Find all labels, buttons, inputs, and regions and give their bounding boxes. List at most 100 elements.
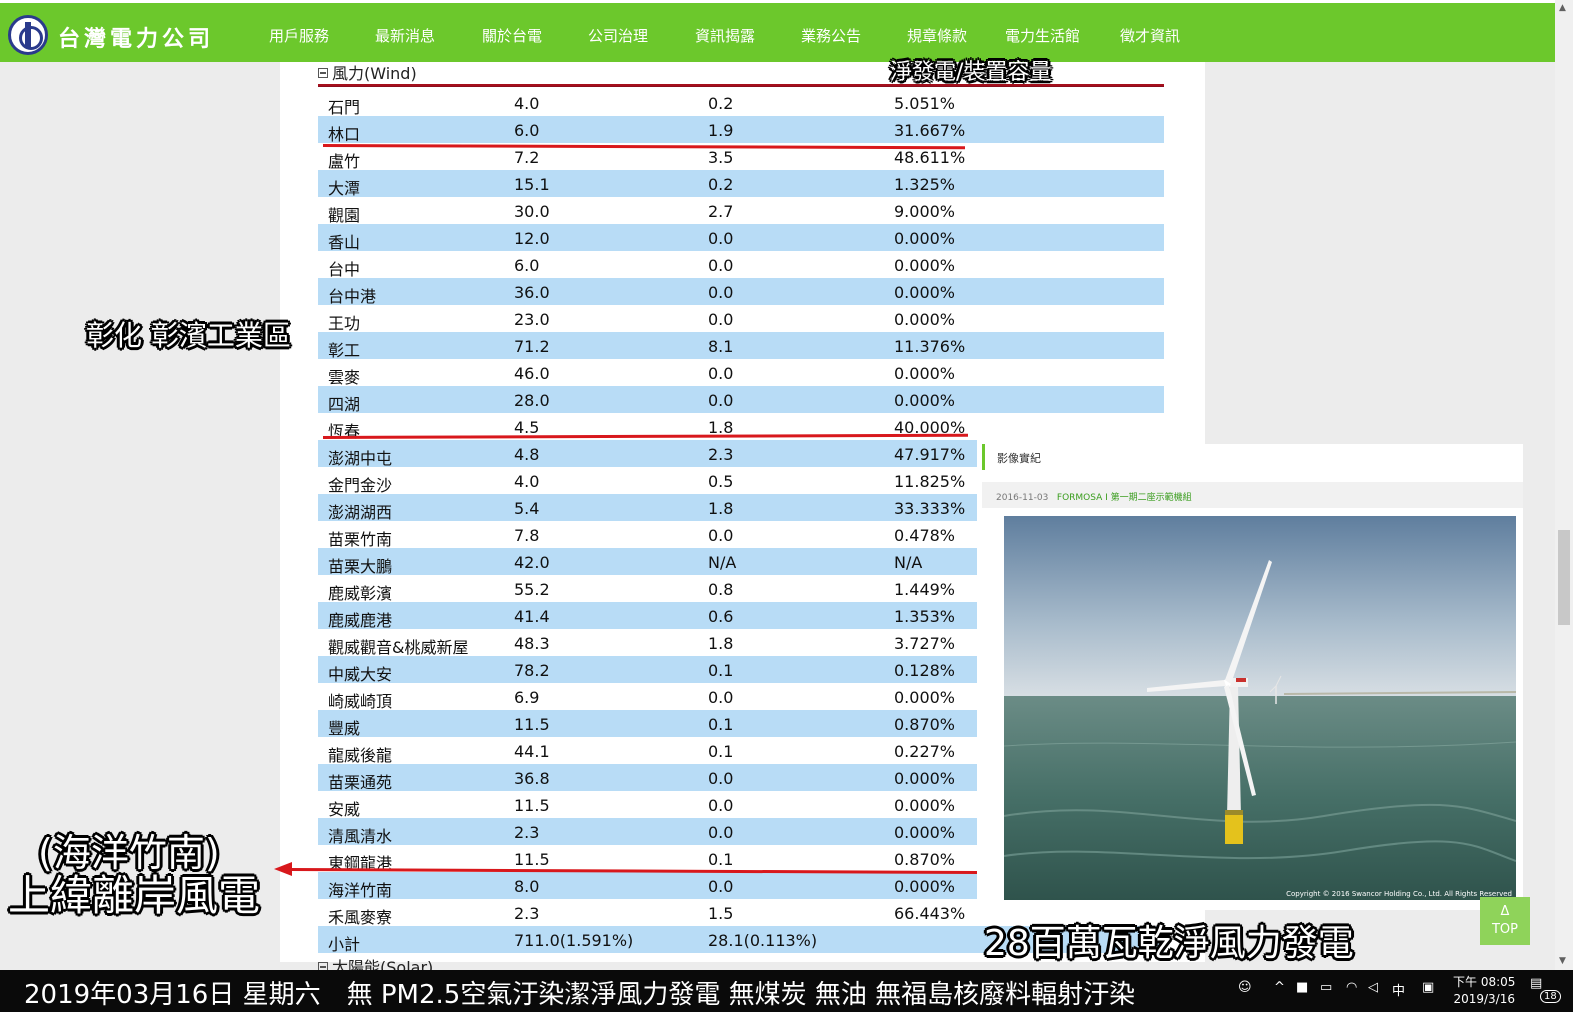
station-name: 鹿威鹿港: [328, 611, 393, 630]
scroll-down-icon[interactable]: ▼: [1559, 956, 1566, 966]
net-generation: 0.0: [708, 310, 734, 329]
net-generation: 8.1: [708, 337, 734, 356]
station-name: 海洋竹南: [328, 881, 393, 900]
capacity-factor: 0.128%: [894, 661, 956, 680]
capacity-mw: 15.1: [514, 175, 550, 194]
net-generation: 28.1(0.113%): [708, 931, 818, 950]
clock-date: 2019/3/16: [1453, 992, 1515, 1006]
net-generation: 0.1: [708, 742, 734, 761]
station-name: 金門金沙: [328, 476, 393, 495]
capacity-factor: 47.917%: [894, 445, 966, 464]
ratio-column-label: 淨發電/裝置容量: [890, 60, 1052, 85]
net-generation: 1.5: [708, 904, 734, 923]
table-row: 台中港 36.0 0.0 0.000%: [318, 278, 1164, 306]
capacity-mw: 4.0: [514, 94, 540, 113]
nav-item-careers[interactable]: 徵才資訊: [1120, 25, 1180, 46]
nav-item-announcements[interactable]: 業務公告: [801, 25, 861, 46]
capacity-mw: 11.5: [514, 715, 550, 734]
chevron-up-icon[interactable]: ^: [1274, 980, 1285, 995]
taskbar-clock[interactable]: 下午 08:05 2019/3/16: [1453, 974, 1515, 1008]
station-name: 盧竹: [328, 152, 361, 171]
nav-item-disclosure[interactable]: 資訊揭露: [695, 25, 755, 46]
photo-caption-bar[interactable]: 2016-11-03 FORMOSA I 第一期二座示範機組: [982, 482, 1523, 508]
net-generation: 0.0: [708, 769, 734, 788]
net-generation: 2.3: [708, 445, 734, 464]
taipower-logo-icon[interactable]: [8, 15, 48, 55]
page-scrollbar[interactable]: ▲ ▼: [1555, 0, 1573, 970]
capacity-factor: 1.449%: [894, 580, 956, 599]
table-row: 台中 6.0 0.0 0.000%: [318, 251, 1164, 279]
capacity-mw: 12.0: [514, 229, 550, 248]
collapse-icon[interactable]: [318, 68, 328, 78]
top-nav-bar: 台灣電力公司 用戶服務 最新消息 關於台電 公司治理 資訊揭露 業務公告 規章條…: [0, 0, 1555, 62]
input-mode-icon[interactable]: ▣: [1422, 980, 1434, 995]
station-name: 鹿威彰濱: [328, 584, 393, 603]
nav-item-news[interactable]: 最新消息: [375, 25, 435, 46]
net-generation: 0.6: [708, 607, 734, 626]
offshore-wind-turbine-photo[interactable]: Copyright © 2016 Swancor Holding Co., Lt…: [1004, 516, 1516, 900]
station-name: 龍威後龍: [328, 746, 393, 765]
table-row: 清風清水 2.3 0.0 0.000%: [318, 818, 977, 846]
back-to-top-button[interactable]: Δ TOP: [1480, 897, 1530, 945]
brand-name[interactable]: 台灣電力公司: [58, 21, 214, 53]
station-name: 澎湖湖西: [328, 503, 393, 522]
capacity-mw: 55.2: [514, 580, 550, 599]
capacity-factor: 0.000%: [894, 877, 956, 896]
security-icon[interactable]: ■: [1296, 980, 1308, 995]
capacity-factor: 33.333%: [894, 499, 966, 518]
capacity-mw: 28.0: [514, 391, 550, 410]
capacity-mw: 2.3: [514, 904, 540, 923]
nav-item-governance[interactable]: 公司治理: [588, 25, 648, 46]
station-name: 觀威觀音&桃威新屋: [328, 638, 469, 657]
capacity-factor: 0.000%: [894, 256, 956, 275]
capacity-mw: 2.3: [514, 823, 540, 842]
nav-item-about[interactable]: 關於台電: [482, 25, 542, 46]
table-row: 澎湖中屯 4.8 2.3 47.917%: [318, 440, 977, 468]
table-row: 雲麥 46.0 0.0 0.000%: [318, 359, 1164, 387]
ime-indicator[interactable]: 中: [1392, 980, 1405, 999]
photo-caption[interactable]: FORMOSA I 第一期二座示範機組: [1057, 493, 1192, 503]
wind-section-header[interactable]: 風力(Wind): [318, 60, 417, 84]
table-row: 龍威後龍 44.1 0.1 0.227%: [318, 737, 977, 765]
net-generation: 0.2: [708, 175, 734, 194]
capacity-factor: 5.051%: [894, 94, 956, 113]
capacity-factor: 11.376%: [894, 337, 966, 356]
net-generation: 0.0: [708, 688, 734, 707]
capacity-factor: 0.000%: [894, 823, 956, 842]
capacity-mw: 11.5: [514, 850, 550, 869]
net-generation: 0.0: [708, 796, 734, 815]
capacity-mw: 48.3: [514, 634, 550, 653]
notification-count-badge: 18: [1540, 990, 1561, 1003]
nav-item-customer-service[interactable]: 用戶服務: [269, 25, 329, 46]
net-generation: 0.8: [708, 580, 734, 599]
capacity-mw: 6.0: [514, 121, 540, 140]
volume-icon[interactable]: ◁: [1368, 980, 1378, 995]
scroll-up-icon[interactable]: ▲: [1559, 3, 1566, 13]
table-row: 大潭 15.1 0.2 1.325%: [318, 170, 1164, 198]
battery-icon[interactable]: ▭: [1320, 980, 1332, 995]
net-generation: 0.1: [708, 850, 734, 869]
table-row: 觀園 30.0 2.7 9.000%: [318, 197, 1164, 225]
net-generation: N/A: [708, 553, 737, 572]
capacity-mw: 6.9: [514, 688, 540, 707]
net-generation: 0.0: [708, 229, 734, 248]
scroll-thumb[interactable]: [1558, 530, 1570, 625]
net-generation: 0.0: [708, 283, 734, 302]
station-name: 澎湖中屯: [328, 449, 393, 468]
station-name: 豐威: [328, 719, 361, 738]
station-name: 林口: [328, 125, 361, 144]
people-icon[interactable]: ☺: [1238, 980, 1252, 995]
capacity-mw: 78.2: [514, 661, 550, 680]
wifi-icon[interactable]: ◠: [1346, 980, 1357, 995]
notification-icon[interactable]: ▤: [1530, 976, 1542, 991]
net-generation: 0.0: [708, 391, 734, 410]
photo-copyright: Copyright © 2016 Swancor Holding Co., Lt…: [1286, 890, 1512, 898]
table-row: 苗栗竹南 7.8 0.0 0.478%: [318, 521, 977, 549]
capacity-factor: 0.478%: [894, 526, 956, 545]
photo-panel-heading: 影像實紀: [982, 444, 1523, 470]
table-row: 崎威崎頂 6.9 0.0 0.000%: [318, 683, 977, 711]
nav-item-power-life[interactable]: 電力生活館: [1005, 25, 1080, 46]
station-name: 崎威崎頂: [328, 692, 393, 711]
nav-item-regulations[interactable]: 規章條款: [907, 25, 967, 46]
capacity-mw: 7.2: [514, 148, 540, 167]
